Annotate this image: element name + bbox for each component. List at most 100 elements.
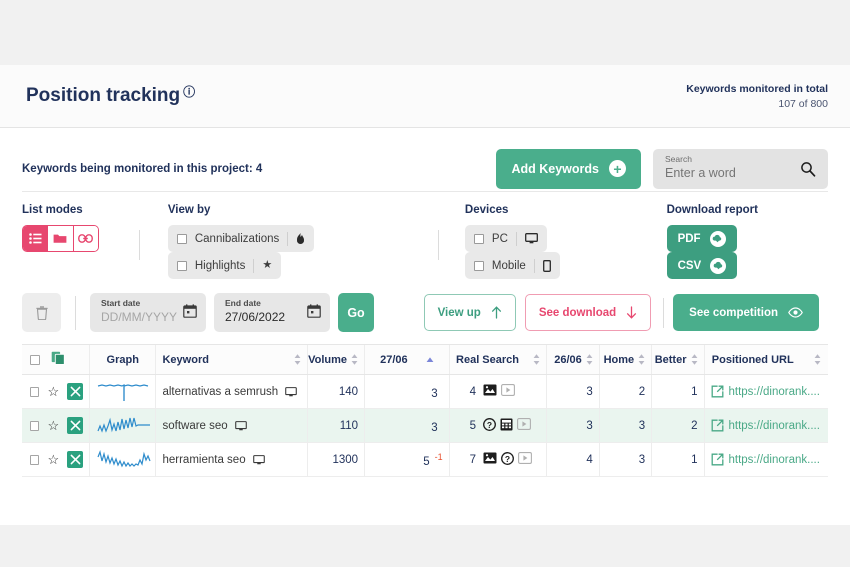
- sort-icon[interactable]: [638, 354, 645, 365]
- header-volume-label: Volume: [308, 354, 347, 366]
- star-icon[interactable]: ☆: [47, 453, 59, 466]
- video-icon: [501, 384, 515, 399]
- image-icon: [483, 384, 497, 399]
- real-search-value: 7: [470, 454, 476, 466]
- see-competition-button[interactable]: See competition: [673, 294, 819, 331]
- cloud-download-icon: [710, 258, 726, 274]
- cannibalization-badge-icon[interactable]: [67, 451, 83, 468]
- header-date-26-06[interactable]: 26/06: [547, 345, 599, 375]
- sort-icon[interactable]: [586, 354, 593, 365]
- view-action-buttons: View up See download See competition: [424, 294, 828, 331]
- star-icon[interactable]: ☆: [47, 419, 59, 432]
- star-icon[interactable]: ☆: [47, 385, 59, 398]
- page-title: Position tracking ⓘ: [26, 85, 195, 107]
- mobile-checkbox[interactable]: [474, 261, 484, 271]
- row-checkbox[interactable]: [30, 421, 39, 431]
- list-mode-folder[interactable]: [48, 226, 73, 251]
- sort-icon[interactable]: [294, 354, 301, 365]
- chip-highlights[interactable]: Highlights ★: [168, 252, 281, 279]
- image-icon: [483, 452, 497, 467]
- keywords-total-value: 107 of 800: [686, 98, 828, 110]
- header-volume[interactable]: Volume: [307, 345, 364, 375]
- external-link-icon: [711, 419, 724, 432]
- row-graph-cell[interactable]: [90, 409, 156, 443]
- header-keyword[interactable]: Keyword: [156, 345, 307, 375]
- row-keyword-cell: software seo: [156, 409, 307, 443]
- list-mode-list[interactable]: [23, 226, 48, 251]
- row-select-cell: ☆: [22, 409, 90, 443]
- calendar-icon[interactable]: [307, 304, 321, 323]
- chip-cannibalizations[interactable]: Cannibalizations: [168, 225, 314, 252]
- keywords-table: Graph Keyword Volume: [22, 344, 828, 477]
- header-positioned-url-label: Positioned URL: [712, 354, 794, 366]
- header-date-27-06-label: 27/06: [380, 354, 408, 366]
- row-url-cell[interactable]: https://dinorank....: [704, 375, 828, 409]
- header-real-search[interactable]: Real Search: [449, 345, 547, 375]
- list-modes-segmented: [22, 225, 99, 252]
- monitor-icon: [235, 421, 247, 431]
- header-positioned-url[interactable]: Positioned URL: [704, 345, 828, 375]
- row-url-cell[interactable]: https://dinorank....: [704, 409, 828, 443]
- search-box[interactable]: Search: [653, 149, 828, 189]
- page-title-text: Position tracking: [26, 85, 180, 107]
- start-date-field[interactable]: Start date DD/MM/YYYY: [90, 293, 206, 332]
- header-better[interactable]: Better: [652, 345, 704, 375]
- row-graph-cell[interactable]: [90, 375, 156, 409]
- row-graph-cell[interactable]: [90, 443, 156, 477]
- header-graph: Graph: [90, 345, 156, 375]
- highlights-checkbox[interactable]: [177, 261, 187, 271]
- search-icon[interactable]: [800, 161, 816, 182]
- row-checkbox[interactable]: [30, 387, 39, 397]
- sort-icon[interactable]: [533, 354, 540, 365]
- sort-icon[interactable]: [351, 354, 358, 365]
- calendar-icon[interactable]: [183, 304, 197, 323]
- row-checkbox[interactable]: [30, 455, 39, 465]
- folder-icon: [53, 233, 67, 244]
- url-text: https://dinorank....: [729, 454, 820, 466]
- date-controls: Start date DD/MM/YYYY End date 27/06/202…: [22, 293, 374, 332]
- row-pos-26-06-cell: 4: [547, 443, 599, 477]
- monitor-icon: [525, 233, 538, 244]
- keyword-text: software seo: [162, 420, 227, 432]
- filter-divider-1: [139, 230, 140, 260]
- delete-button[interactable]: [22, 293, 61, 332]
- help-circle-icon[interactable]: ⓘ: [183, 86, 195, 98]
- download-csv-button[interactable]: CSV: [667, 252, 738, 279]
- view-up-button[interactable]: View up: [424, 294, 516, 331]
- go-button[interactable]: Go: [338, 293, 374, 332]
- table-row[interactable]: ☆ herramienta seo: [22, 443, 828, 477]
- list-icon: [29, 233, 42, 244]
- cannibalization-badge-icon[interactable]: [67, 383, 83, 400]
- header-real-search-label: Real Search: [456, 354, 519, 366]
- sort-icon[interactable]: [691, 354, 698, 365]
- header-home[interactable]: Home: [599, 345, 651, 375]
- devices-title: Devices: [465, 204, 635, 216]
- monitor-icon: [285, 387, 297, 397]
- table-row[interactable]: ☆ alternativa: [22, 375, 828, 409]
- see-download-button[interactable]: See download: [525, 294, 651, 331]
- row-better-cell: 1: [652, 443, 704, 477]
- chip-pc[interactable]: PC: [465, 225, 547, 252]
- row-url-cell[interactable]: https://dinorank....: [704, 443, 828, 477]
- sort-icon[interactable]: [814, 354, 821, 365]
- pc-checkbox[interactable]: [474, 234, 484, 244]
- search-input[interactable]: [665, 166, 795, 180]
- download-report-title: Download report: [667, 204, 802, 216]
- cannibalization-badge-icon[interactable]: [67, 417, 83, 434]
- list-mode-link[interactable]: [74, 226, 98, 251]
- end-date-field[interactable]: End date 27/06/2022: [214, 293, 330, 332]
- copy-icon[interactable]: [51, 351, 65, 368]
- fire-icon: [296, 233, 305, 245]
- chip-mobile[interactable]: Mobile: [465, 252, 560, 279]
- header-date-27-06[interactable]: 27/06: [365, 345, 450, 375]
- sparkline-chart: [96, 380, 152, 404]
- project-keyword-count: Keywords being monitored in this project…: [22, 163, 262, 175]
- highlights-label: Highlights: [195, 260, 246, 272]
- cannibalizations-checkbox[interactable]: [177, 234, 187, 244]
- table-row[interactable]: ☆ software seo: [22, 409, 828, 443]
- add-keywords-button[interactable]: Add Keywords +: [496, 149, 641, 189]
- sort-icon-active[interactable]: [426, 357, 434, 363]
- download-pdf-button[interactable]: PDF: [667, 225, 737, 252]
- cloud-download-icon: [710, 231, 726, 247]
- select-all-checkbox[interactable]: [30, 355, 40, 365]
